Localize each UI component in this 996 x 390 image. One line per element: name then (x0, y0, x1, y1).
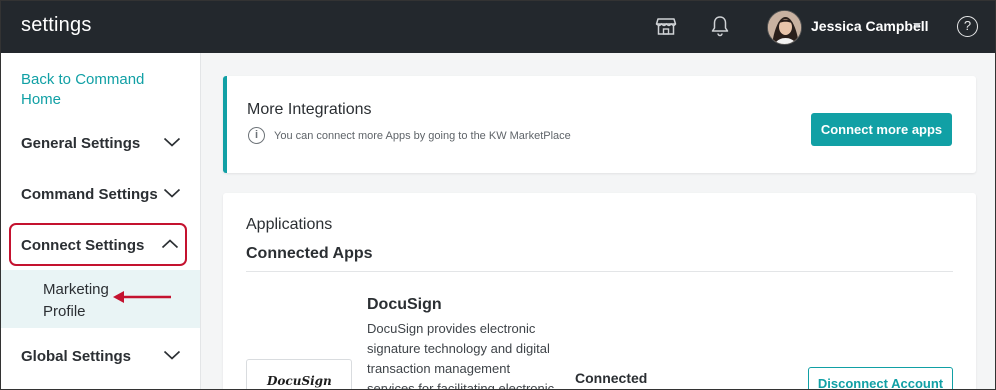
sidebar-item-label: Connect Settings (21, 237, 145, 254)
logo-text: DocuSign (267, 374, 332, 388)
store-icon[interactable] (655, 15, 677, 37)
page-title: settings (21, 14, 92, 36)
user-name[interactable]: Jessica Campbell (811, 18, 929, 34)
applications-title: Applications (246, 216, 333, 233)
info-icon: i (248, 127, 265, 144)
applications-card: Applications Connected Apps DocuSign Doc… (223, 193, 976, 390)
avatar[interactable] (767, 10, 802, 45)
app-window: settings Jessica Campbell ? Back to Comm… (0, 0, 996, 390)
connected-apps-title: Connected Apps (246, 245, 373, 262)
sidebar-item-label: General Settings (21, 135, 141, 152)
chevron-down-icon (163, 137, 181, 147)
chevron-down-icon (163, 188, 181, 198)
disconnect-account-button[interactable]: Disconnect Account (808, 367, 953, 389)
bell-icon[interactable] (709, 15, 731, 37)
sidebar-item-general-settings[interactable]: General Settings (21, 132, 181, 156)
integrations-description: You can connect more Apps by going to th… (274, 130, 571, 142)
docusign-logo: DocuSign (246, 359, 352, 389)
back-to-command-home-link[interactable]: Back to Command Home (21, 70, 171, 110)
sidebar-item-label: Command Settings (21, 186, 158, 203)
divider (246, 271, 953, 272)
sidebar-item-global-settings[interactable]: Global Settings (21, 345, 181, 369)
arrow-left-icon (113, 291, 171, 303)
app-description: DocuSign provides electronic signature t… (367, 321, 555, 390)
status-text: Connected (575, 370, 648, 386)
sidebar-subitem-marketing-profile[interactable]: Marketing Profile (1, 270, 200, 328)
caret-down-icon[interactable] (913, 23, 921, 28)
help-icon[interactable]: ? (957, 16, 978, 37)
connect-more-apps-button[interactable]: Connect more apps (811, 113, 952, 146)
sidebar-item-connect-settings[interactable]: Connect Settings (21, 234, 181, 258)
sidebar-item-label: Global Settings (21, 348, 132, 365)
top-bar: settings Jessica Campbell ? (1, 1, 995, 53)
chevron-up-icon (161, 239, 179, 249)
integrations-title: More Integrations (247, 101, 372, 118)
app-name: DocuSign (367, 296, 442, 313)
chevron-down-icon (163, 350, 181, 360)
sidebar: Back to Command Home General Settings Co… (1, 53, 201, 389)
more-integrations-card: More Integrations i You can connect more… (223, 76, 976, 173)
sidebar-item-command-settings[interactable]: Command Settings (21, 183, 181, 207)
